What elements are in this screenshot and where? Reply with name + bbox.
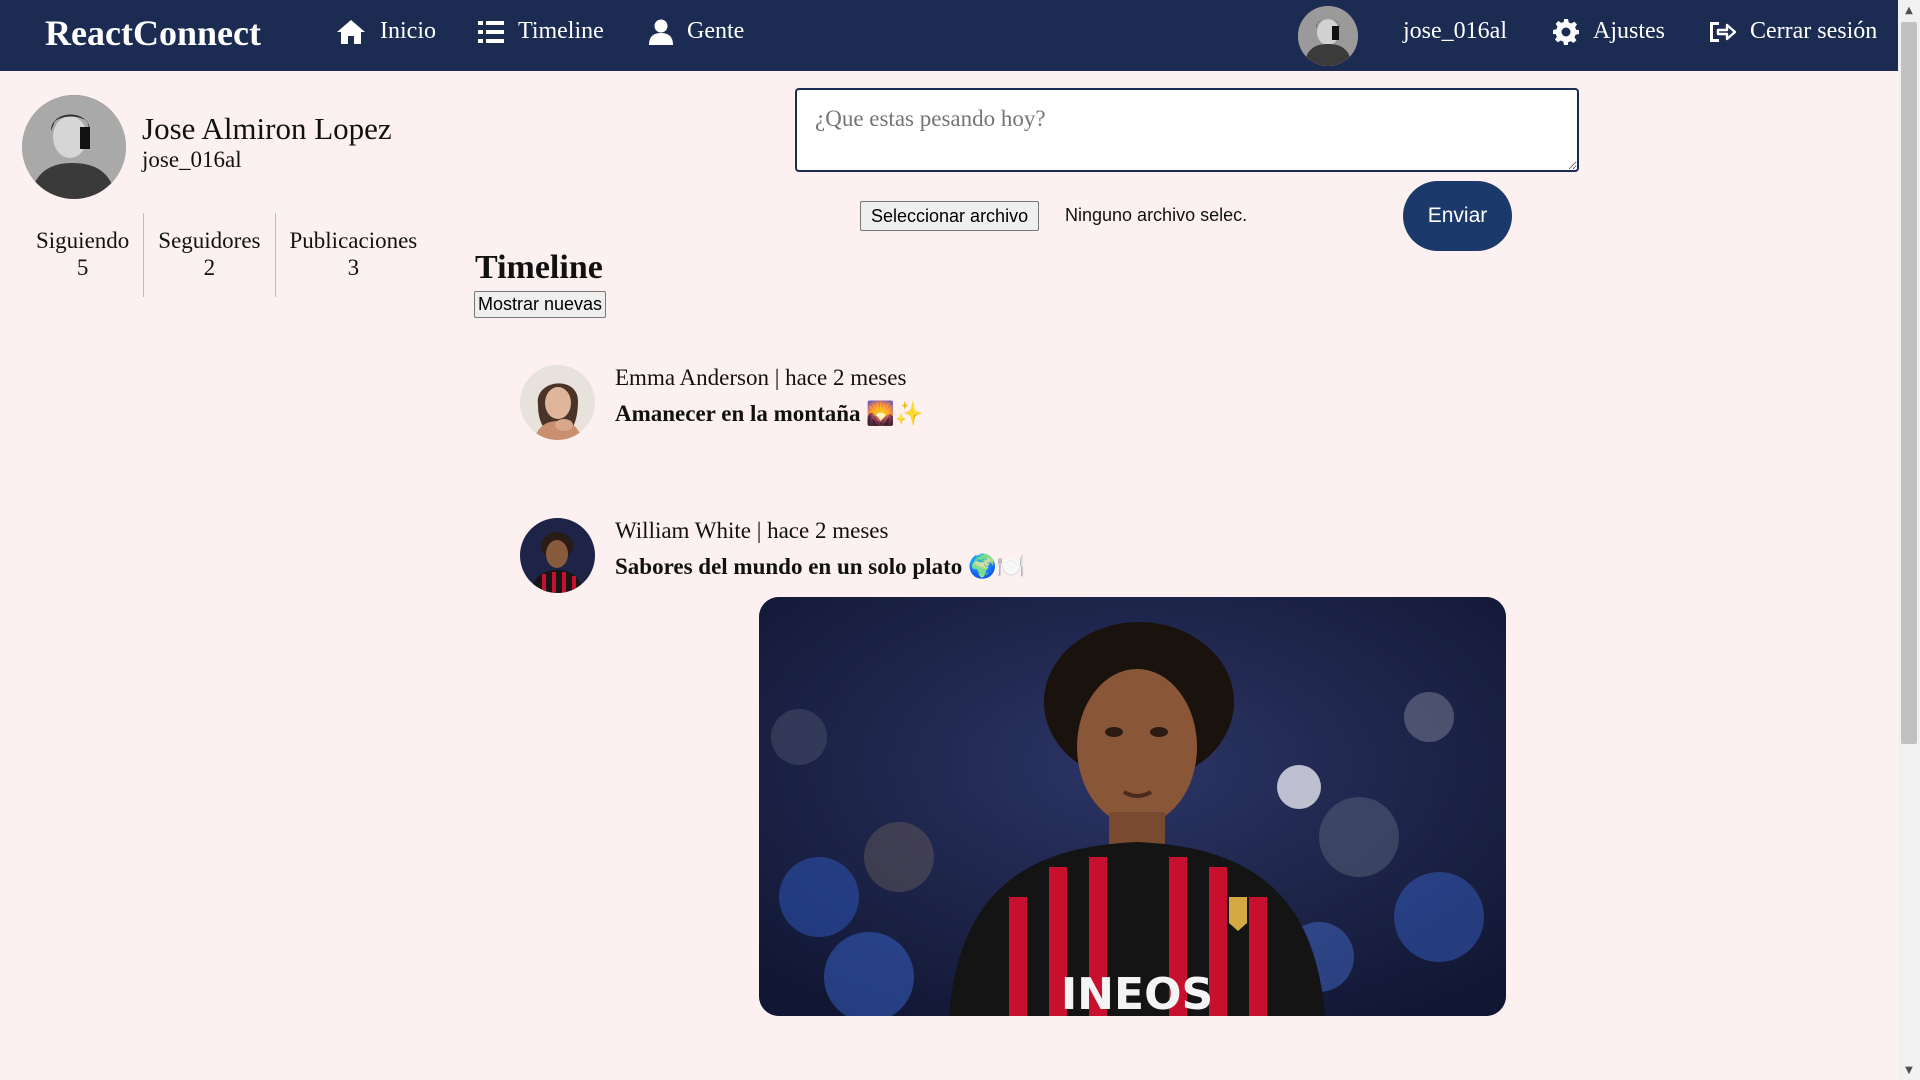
nav-link-settings[interactable]: Ajustes	[1553, 18, 1665, 45]
top-navbar: ReactConnect Inicio Timeline Gente jose_…	[0, 0, 1898, 71]
gear-icon	[1553, 18, 1579, 45]
username-label: jose_016al	[1403, 18, 1507, 44]
brand-logo[interactable]: ReactConnect	[45, 12, 261, 54]
scroll-down-arrow-icon[interactable]: ▼	[1898, 1060, 1920, 1080]
home-icon	[337, 19, 365, 44]
football-player-photo: INEOS	[759, 597, 1506, 1016]
nav-link-inicio[interactable]: Inicio	[336, 18, 436, 45]
post-separator: |	[756, 518, 762, 543]
nav-username[interactable]: jose_016al	[1403, 18, 1507, 45]
avatar-image	[1298, 6, 1358, 66]
file-status-text: Ninguno archivo selec.	[1065, 205, 1248, 225]
post-text: Amanecer en la montaña 🌄✨	[615, 401, 924, 426]
nav-user-avatar[interactable]	[1298, 6, 1358, 66]
avatar-image	[520, 365, 595, 440]
post-author-avatar[interactable]	[520, 365, 595, 440]
scroll-thumb[interactable]	[1901, 22, 1917, 744]
stat-label: Seguidores	[158, 228, 261, 253]
post-author[interactable]: Emma Anderson	[615, 365, 769, 390]
avatar-image	[22, 95, 126, 199]
post-time: hace 2 meses	[767, 518, 889, 543]
profile-stats: Siguiendo 5 Seguidores 2 Publicaciones 3	[22, 213, 431, 297]
profile-handle: jose_016al	[142, 147, 242, 172]
show-new-button[interactable]: Mostrar nuevas	[474, 291, 607, 318]
post-meta: Emma Anderson | hace 2 meses	[615, 365, 906, 391]
nav-link-timeline[interactable]: Timeline	[478, 18, 604, 45]
post-meta: William White | hace 2 meses	[615, 518, 888, 544]
profile-name: Jose Almiron Lopez	[142, 111, 392, 146]
stat-followers[interactable]: Seguidores 2	[143, 213, 274, 297]
post-composer-input[interactable]	[795, 88, 1579, 172]
stat-posts[interactable]: Publicaciones 3	[274, 213, 432, 297]
scroll-up-arrow-icon[interactable]: ▲	[1898, 0, 1920, 20]
post-author-avatar[interactable]	[520, 518, 595, 593]
stat-following[interactable]: Siguiendo 5	[22, 213, 143, 297]
stat-label: Publicaciones	[289, 228, 418, 253]
logout-icon	[1710, 21, 1736, 42]
svg-text:INEOS: INEOS	[1061, 969, 1213, 1016]
page-scrollbar[interactable]: ▲ ▼	[1898, 0, 1920, 1080]
stat-value: 2	[203, 255, 216, 280]
nav-link-label: Timeline	[518, 18, 604, 44]
post-separator: |	[774, 365, 780, 390]
post-time: hace 2 meses	[785, 365, 907, 390]
post-image[interactable]: INEOS	[759, 597, 1506, 1016]
timeline-title: Timeline	[475, 249, 603, 286]
post-text: Sabores del mundo en un solo plato 🌍🍽️	[615, 554, 1026, 579]
stat-label: Siguiendo	[36, 228, 130, 253]
settings-label: Ajustes	[1593, 18, 1665, 44]
choose-file-button[interactable]: Seleccionar archivo	[860, 201, 1040, 231]
user-icon	[649, 19, 673, 45]
nav-link-logout[interactable]: Cerrar sesión	[1708, 18, 1877, 45]
post-author[interactable]: William White	[615, 518, 751, 543]
logout-label: Cerrar sesión	[1750, 18, 1878, 44]
stat-value: 3	[347, 255, 360, 280]
profile-avatar[interactable]	[22, 95, 126, 199]
send-button[interactable]: Enviar	[1403, 181, 1512, 251]
avatar-image	[520, 518, 595, 593]
list-icon	[478, 20, 504, 43]
nav-link-label: Inicio	[380, 18, 436, 44]
nav-link-label: Gente	[687, 18, 745, 44]
stat-value: 5	[76, 255, 89, 280]
nav-link-gente[interactable]: Gente	[649, 18, 744, 45]
